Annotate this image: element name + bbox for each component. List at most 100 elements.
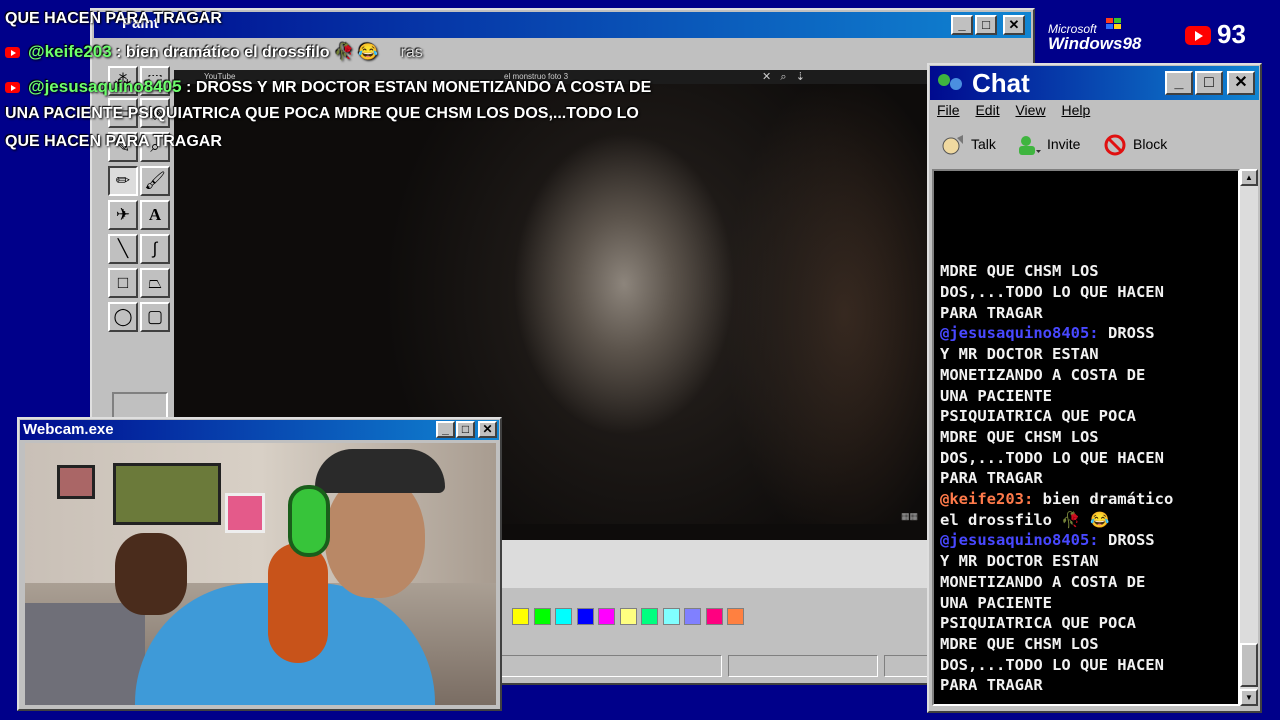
- palette-swatch[interactable]: [598, 608, 615, 625]
- laugh-emoji-icon: 😂: [358, 44, 379, 61]
- chat-message-line: MONETIZANDO A COSTA DE: [940, 572, 1234, 593]
- bear-plush: [115, 533, 187, 615]
- webcam-titlebar[interactable]: Webcam.exe _ □ ✕: [20, 420, 499, 440]
- chat-message-line: UNA PACIENTE: [940, 593, 1234, 614]
- airbrush-tool-icon[interactable]: ✈: [108, 200, 138, 230]
- paint-close-button[interactable]: ✕: [1003, 15, 1025, 35]
- chat-message-line: @jesusaquino8405: DROSS: [940, 323, 1234, 344]
- windows-label: Windows98: [1048, 34, 1142, 53]
- chat-scrollbar[interactable]: ▲ ▼: [1240, 169, 1258, 706]
- chat-message-text: MONETIZANDO A COSTA DE: [940, 572, 1146, 591]
- chat-message-text: PARA TRAGAR: [940, 469, 1043, 488]
- palette-swatch[interactable]: [576, 608, 594, 625]
- overlay-line-1: QUE HACEN PARA TRAGAR: [5, 10, 222, 27]
- chat-titlebar[interactable]: Chat _ □ ✕: [930, 66, 1259, 100]
- invite-icon: [1017, 134, 1041, 156]
- brush-tool-icon[interactable]: 🖌: [140, 166, 170, 196]
- invite-button[interactable]: Invite: [1017, 129, 1080, 161]
- ellipse-tool-icon[interactable]: ◯: [108, 302, 138, 332]
- menu-help[interactable]: Help: [1061, 102, 1090, 118]
- text-tool-icon[interactable]: A: [140, 200, 170, 230]
- person-cap: [315, 449, 445, 493]
- chat-message-line: Y MR DOCTOR ESTAN: [940, 344, 1234, 365]
- chat-maximize-button[interactable]: □: [1195, 71, 1223, 95]
- palette-swatch[interactable]: [512, 608, 529, 625]
- palette-swatch[interactable]: [619, 608, 637, 625]
- video-controls-icon[interactable]: ✕ ⌕ ⇣: [762, 70, 805, 84]
- palette-swatch[interactable]: [727, 608, 744, 625]
- talk-icon: [941, 134, 965, 156]
- youtube-viewers-icon: [1185, 26, 1211, 45]
- menu-edit[interactable]: Edit: [975, 102, 999, 118]
- chat-window: Chat _ □ ✕ File Edit View Help Talk Invi…: [927, 63, 1262, 713]
- pencil-tool-icon[interactable]: ✏: [108, 166, 138, 196]
- polygon-tool-icon[interactable]: ⏢: [140, 268, 170, 298]
- curve-tool-icon[interactable]: ∫: [140, 234, 170, 264]
- wall-frame: [57, 465, 95, 499]
- chat-message-text: UNA PACIENTE: [940, 386, 1052, 405]
- menu-file[interactable]: File: [937, 102, 960, 118]
- chat-message-line: MDRE QUE CHSM LOS: [940, 427, 1234, 448]
- menu-view[interactable]: View: [1015, 102, 1045, 118]
- chat-message-text: MDRE QUE CHSM LOS: [940, 427, 1099, 446]
- paint-minimize-button[interactable]: _: [951, 15, 973, 35]
- chat-message-text: MONETIZANDO A COSTA DE: [940, 365, 1146, 384]
- chat-message-text: DROSS: [1107, 531, 1155, 550]
- palette-swatch[interactable]: [641, 608, 658, 625]
- chat-message-text: PSIQUIATRICA QUE POCA: [940, 407, 1136, 426]
- chat-username: @keife203:: [940, 490, 1043, 508]
- chat-message-text: el drossfilo 🥀 😂: [940, 510, 1110, 529]
- webcam-title: Webcam.exe: [23, 421, 114, 438]
- palette-swatch[interactable]: [555, 608, 572, 625]
- chat-message-text: PARA TRAGAR: [940, 303, 1043, 322]
- webcam-minimize-button[interactable]: _: [436, 421, 455, 438]
- chat-message-line: MDRE QUE CHSM LOS: [940, 634, 1234, 655]
- webcam-close-button[interactable]: ✕: [478, 421, 497, 438]
- palette-swatch[interactable]: [533, 608, 551, 625]
- chat-message-line: MDRE QUE CHSM LOS: [940, 261, 1234, 282]
- chat-message-line: DOS,...TODO LO QUE HACEN: [940, 448, 1234, 469]
- chat-minimize-button[interactable]: _: [1165, 71, 1193, 95]
- wall-painting: [113, 463, 221, 525]
- chat-menubar: File Edit View Help: [937, 102, 1102, 118]
- scroll-thumb[interactable]: [1240, 643, 1258, 687]
- chat-title: Chat: [972, 68, 1030, 98]
- block-button[interactable]: Block: [1103, 129, 1167, 161]
- overlay-message-line: QUE HACEN PARA TRAGAR: [5, 133, 222, 150]
- line-tool-icon[interactable]: ╲: [108, 234, 138, 264]
- chat-message-line: PARA TRAGAR: [940, 303, 1234, 324]
- scroll-up-icon[interactable]: ▲: [1240, 169, 1258, 186]
- chat-messages-panel[interactable]: MDRE QUE CHSM LOS DOS,...TODO LO QUE HACE…: [932, 169, 1240, 706]
- video-watermark: ▦▦: [900, 511, 918, 521]
- talk-button[interactable]: Talk: [941, 129, 996, 161]
- viewer-count: 93: [1217, 19, 1246, 49]
- rose-emoji-icon: 🥀: [333, 44, 354, 61]
- chat-message-line: Y MR DOCTOR ESTAN: [940, 551, 1234, 572]
- webcam-window: Webcam.exe _ □ ✕: [17, 417, 502, 711]
- rounded-rect-tool-icon[interactable]: ▢: [140, 302, 170, 332]
- chat-message-line: UNA PACIENTE: [940, 386, 1234, 407]
- palette-swatch[interactable]: [705, 608, 723, 625]
- chat-message-text: UNA PACIENTE: [940, 593, 1052, 612]
- overlay-message-jesus: @jesusaquino8405 : DROSS Y MR DOCTOR EST…: [5, 77, 651, 97]
- palette-swatch[interactable]: [684, 608, 701, 625]
- chat-message-line: PARA TRAGAR: [940, 675, 1234, 696]
- webcam-maximize-button[interactable]: □: [456, 421, 475, 438]
- palette-swatch[interactable]: [662, 608, 680, 625]
- chat-message-line: PARA TRAGAR: [940, 468, 1234, 489]
- overlay-message-text: : bien dramático el drossfilo: [116, 44, 330, 61]
- overlay-message-line: UNA PACIENTE PSIQUIATRICA QUE POCA MDRE …: [5, 105, 639, 122]
- paint-maximize-button[interactable]: □: [975, 15, 997, 35]
- chat-message-text: DOS,...TODO LO QUE HACEN: [940, 448, 1164, 467]
- chair: [25, 603, 145, 705]
- webcam-feed: [25, 443, 496, 705]
- windows98-logo: Microsoft Windows98: [1048, 22, 1141, 54]
- chat-close-button[interactable]: ✕: [1227, 71, 1255, 95]
- chat-message-line: DOS,...TODO LO QUE HACEN: [940, 282, 1234, 303]
- chat-message-text: Y MR DOCTOR ESTAN: [940, 552, 1099, 571]
- chat-message-text: PARA TRAGAR: [940, 676, 1043, 695]
- chat-message-line: el drossfilo 🥀 😂: [940, 510, 1234, 531]
- paint-titlebar[interactable]: Paint _ □ ✕: [94, 12, 1031, 38]
- rectangle-tool-icon[interactable]: □: [108, 268, 138, 298]
- scroll-down-icon[interactable]: ▼: [1240, 689, 1258, 706]
